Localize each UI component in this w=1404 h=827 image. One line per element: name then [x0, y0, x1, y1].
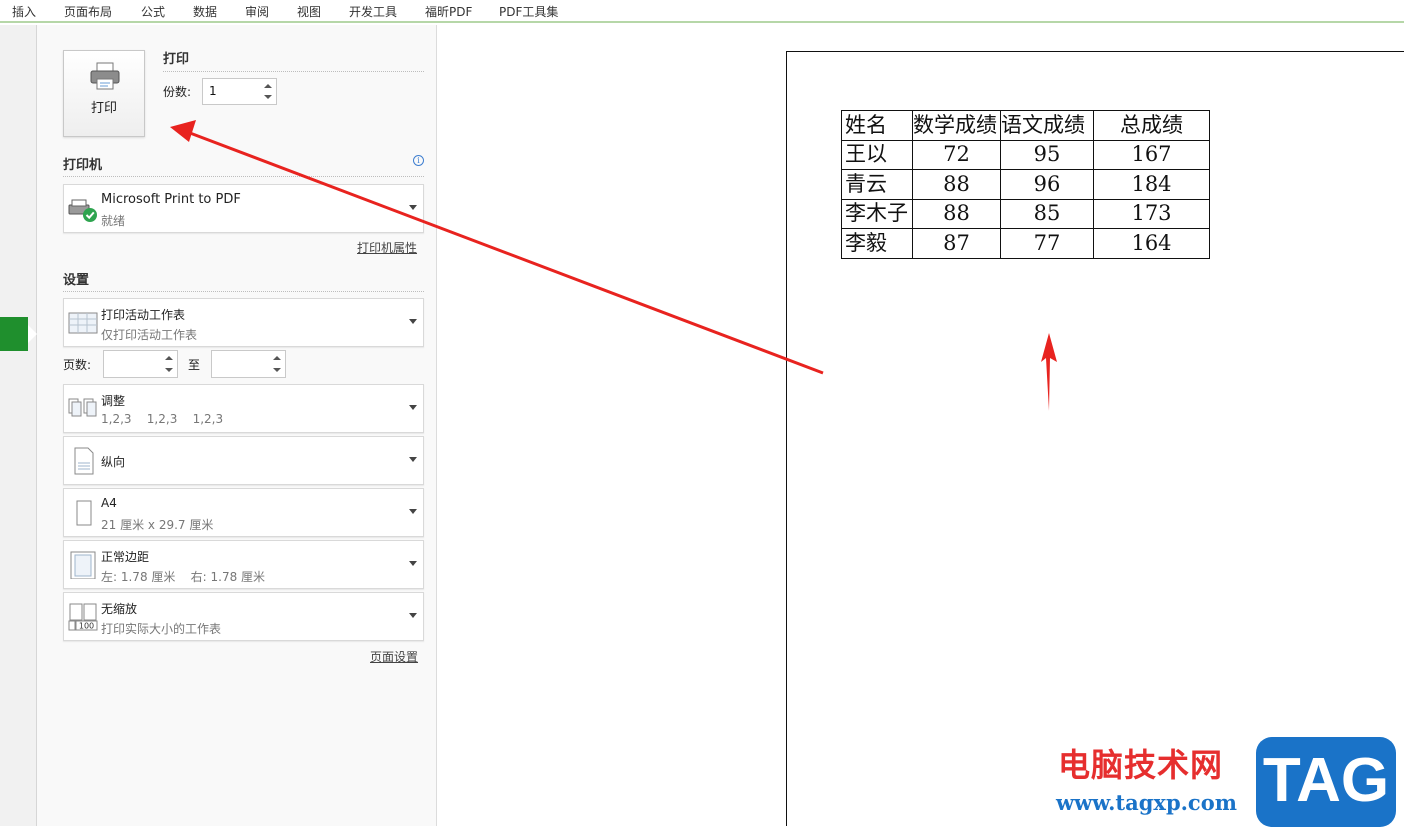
arrow-to-table: [1041, 333, 1057, 411]
annotation-arrows: [170, 120, 1057, 411]
arrow-to-print-button: [170, 120, 824, 375]
